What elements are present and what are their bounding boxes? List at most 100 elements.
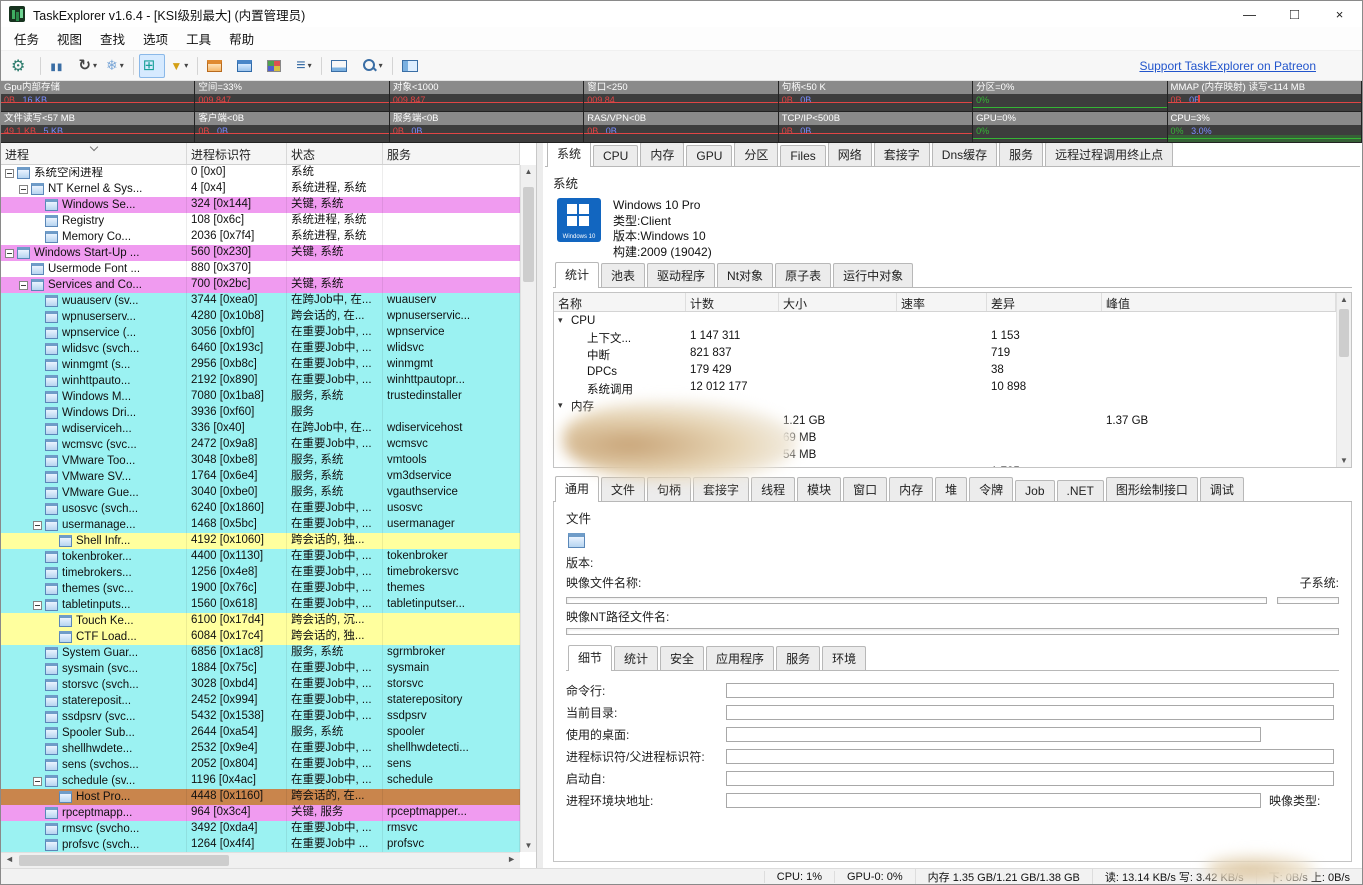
process-row[interactable]: CTF Load... 6084 [0x17c4] 跨会话的, 独... xyxy=(1,629,520,645)
expander-icon[interactable] xyxy=(19,281,28,290)
tab[interactable]: 细节 xyxy=(568,645,612,671)
process-row[interactable]: Registry 108 [0x6c] 系统进程, 系统 xyxy=(1,213,520,229)
tab[interactable]: 图形绘制接口 xyxy=(1106,477,1198,501)
columns-button[interactable]: ▾ xyxy=(292,54,315,78)
tab[interactable]: Dns缓存 xyxy=(932,143,997,166)
graph-panel[interactable]: 服务端<0B 0B 0B xyxy=(390,112,584,143)
graph-panel[interactable]: GPU=0% 0% xyxy=(973,112,1167,143)
column-header-status[interactable]: 状态 xyxy=(287,143,383,164)
process-row[interactable]: NT Kernel & Sys... 4 [0x4] 系统进程, 系统 xyxy=(1,181,520,197)
process-row[interactable]: profsvc (svch... 1264 [0x4f4] 在重要Job中 ..… xyxy=(1,837,520,852)
system-window-button[interactable]: ▾ xyxy=(233,54,262,78)
freeze-button[interactable]: ▾ xyxy=(102,54,128,78)
field-input[interactable] xyxy=(726,705,1334,720)
nt-path-field[interactable] xyxy=(566,628,1339,635)
process-row[interactable]: wpnuserserv... 4280 [0x10b8] 跨会话的, 在... … xyxy=(1,309,520,325)
process-row[interactable]: timebrokers... 1256 [0x4e8] 在重要Job中, ...… xyxy=(1,565,520,581)
stats-row[interactable]: ▾ CPU xyxy=(554,312,1336,329)
process-row[interactable]: usosvc (svch... 6240 [0x1860] 在重要Job中, .… xyxy=(1,501,520,517)
stats-vertical-scrollbar[interactable]: ▲ ▼ xyxy=(1336,293,1351,467)
tab[interactable]: 统计 xyxy=(614,646,658,670)
expander-icon[interactable] xyxy=(33,521,42,530)
image-name-field[interactable] xyxy=(566,597,1267,604)
process-row[interactable]: statereposit... 2452 [0x994] 在重要Job中, ..… xyxy=(1,693,520,709)
stats-row[interactable]: 中断 821 837 719 xyxy=(554,346,1336,363)
tab[interactable]: 令牌 xyxy=(969,477,1013,501)
process-row[interactable]: Windows M... 7080 [0x1ba8] 服务, 系统 truste… xyxy=(1,389,520,405)
scrollbar-thumb[interactable] xyxy=(19,855,229,866)
tab[interactable]: 调试 xyxy=(1200,477,1244,501)
tab[interactable]: 内存 xyxy=(889,477,933,501)
expander-icon[interactable] xyxy=(5,169,14,178)
graph-panel[interactable]: CPU=3% 0% 3.0% xyxy=(1168,112,1362,143)
expander-icon[interactable] xyxy=(33,601,42,610)
tab[interactable]: 服务 xyxy=(999,143,1043,166)
tab[interactable]: 池表 xyxy=(601,263,645,287)
graphs-button[interactable]: ▾ xyxy=(327,54,357,78)
process-row[interactable]: sysmain (svc... 1884 [0x75c] 在重要Job中, ..… xyxy=(1,661,520,677)
tab[interactable]: 安全 xyxy=(660,646,704,670)
process-row[interactable]: Windows Se... 324 [0x144] 关键, 系统 xyxy=(1,197,520,213)
graph-panel[interactable]: 句柄<50 K 0B 0B xyxy=(779,81,973,112)
column-header-service[interactable]: 服务 xyxy=(383,143,520,164)
process-row[interactable]: Windows Dri... 3936 [0xf60] 服务 xyxy=(1,405,520,421)
process-row[interactable]: System Guar... 6856 [0x1ac8] 服务, 系统 sgrm… xyxy=(1,645,520,661)
tab[interactable]: 系统 xyxy=(547,143,591,167)
tab[interactable]: Job xyxy=(1015,480,1054,501)
separator[interactable]: ▾ xyxy=(133,57,134,75)
tab[interactable]: 句柄 xyxy=(647,477,691,501)
graph-panel[interactable]: 对象<1000 009 847 xyxy=(390,81,584,112)
scroll-up-icon[interactable]: ▲ xyxy=(521,167,536,176)
horizontal-scrollbar[interactable]: ◄ ► xyxy=(1,852,520,868)
menu-item[interactable]: 工具 xyxy=(177,26,220,51)
tab[interactable]: Nt对象 xyxy=(717,263,773,287)
scroll-up-icon[interactable]: ▲ xyxy=(1337,295,1351,304)
graph-panel[interactable]: 窗口<250 009 84 xyxy=(584,81,778,112)
graph-panel[interactable]: Gpu内部存储 0B 16 KB xyxy=(1,81,195,112)
stats-row[interactable]: 54 MB xyxy=(554,448,1336,465)
process-row[interactable]: Windows Start-Up ... 560 [0x230] 关键, 系统 xyxy=(1,245,520,261)
tab[interactable]: 模块 xyxy=(797,477,841,501)
graph-panel[interactable]: 分区=0% 0% xyxy=(973,81,1167,112)
tab[interactable]: 分区 xyxy=(734,143,778,166)
stats-row[interactable]: 69 MB xyxy=(554,431,1336,448)
process-row[interactable]: Spooler Sub... 2644 [0xa54] 服务, 系统 spool… xyxy=(1,725,520,741)
process-row[interactable]: winmgmt (s... 2956 [0xb8c] 在重要Job中, ... … xyxy=(1,357,520,373)
process-row[interactable]: Services and Co... 700 [0x2bc] 关键, 系统 xyxy=(1,277,520,293)
process-row[interactable]: rpceptmapp... 964 [0x3c4] 关键, 服务 rpceptm… xyxy=(1,805,520,821)
column-header-size[interactable]: 大小 xyxy=(779,293,897,311)
process-row[interactable]: themes (svc... 1900 [0x76c] 在重要Job中, ...… xyxy=(1,581,520,597)
tab[interactable]: GPU xyxy=(686,145,732,166)
process-row[interactable]: wuauserv (sv... 3744 [0xea0] 在跨Job中, 在..… xyxy=(1,293,520,309)
tab[interactable]: 套接字 xyxy=(693,477,749,501)
process-row[interactable]: wdiserviceh... 336 [0x40] 在跨Job中, 在... w… xyxy=(1,421,520,437)
separator[interactable]: ▾ xyxy=(40,57,41,75)
graph-panel[interactable]: 客户端<0B 0B 0B xyxy=(195,112,389,143)
pause-button[interactable]: ▾ xyxy=(46,54,73,78)
maximize-button[interactable]: □ xyxy=(1272,1,1317,27)
process-row[interactable]: Usermode Font ... 880 [0x370] xyxy=(1,261,520,277)
menu-item[interactable]: 视图 xyxy=(48,26,91,51)
graph-panel[interactable]: 文件读写<57 MB 49.1 KB 5 KB xyxy=(1,112,195,143)
process-row[interactable]: Touch Ke... 6100 [0x17d4] 跨会话的, 沉... xyxy=(1,613,520,629)
menu-item[interactable]: 查找 xyxy=(91,26,134,51)
tab[interactable]: 远程过程调用终止点 xyxy=(1045,143,1173,166)
tab[interactable]: 统计 xyxy=(555,262,599,288)
field-input[interactable] xyxy=(726,771,1334,786)
process-row[interactable]: shellhwdete... 2532 [0x9e4] 在重要Job中, ...… xyxy=(1,741,520,757)
stats-row[interactable]: ▾ 内存 xyxy=(554,397,1336,414)
chevron-down-icon[interactable]: ▾ xyxy=(558,400,568,411)
settings-button[interactable]: ▾ xyxy=(7,54,35,78)
process-row[interactable]: tabletinputs... 1560 [0x618] 在重要Job中, ..… xyxy=(1,597,520,613)
scroll-left-icon[interactable]: ◄ xyxy=(5,854,14,864)
close-button[interactable]: × xyxy=(1317,1,1362,27)
process-row[interactable]: 系统空闲进程 0 [0x0] 系统 xyxy=(1,165,520,181)
field-input[interactable] xyxy=(726,793,1261,808)
process-row[interactable]: ssdpsrv (svc... 5432 [0x1538] 在重要Job中, .… xyxy=(1,709,520,725)
modules-button[interactable]: ▾ xyxy=(263,54,291,78)
stats-row[interactable]: 系统调用 12 012 177 10 898 xyxy=(554,380,1336,397)
graph-panel[interactable]: MMAP (内存映射) 读写<114 MB 0B 0B xyxy=(1168,81,1362,112)
scroll-down-icon[interactable]: ▼ xyxy=(521,841,536,850)
stats-row[interactable]: 1 725 xyxy=(554,465,1336,467)
process-row[interactable]: storsvc (svch... 3028 [0xbd4] 在重要Job中, .… xyxy=(1,677,520,693)
